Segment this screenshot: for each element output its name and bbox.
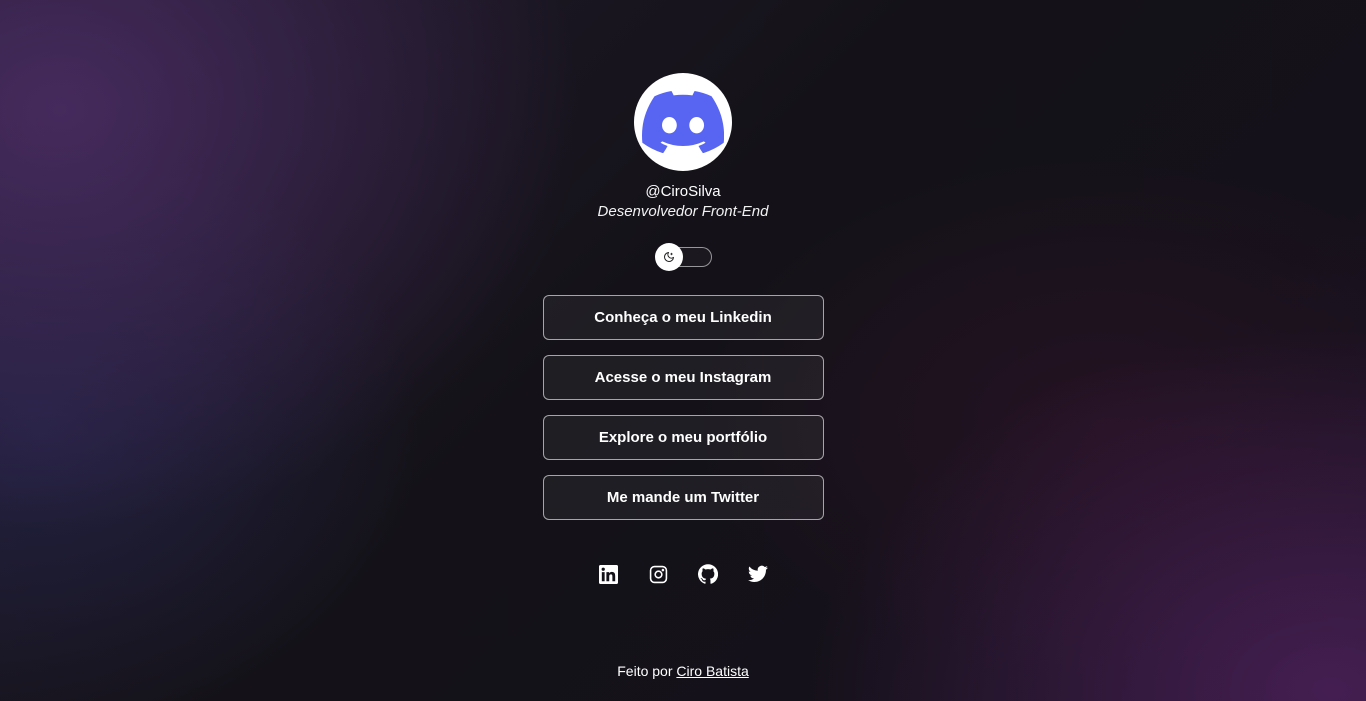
twitter-link-button[interactable]: Me mande um Twitter [542,475,824,520]
profile-subtitle: Desenvolvedor Front-End [597,203,769,220]
social-instagram-link[interactable] [648,564,668,584]
portfolio-link-button[interactable]: Explore o meu portfólio [542,415,824,460]
social-links [543,564,824,584]
list-item: Conheça o meu Linkedin [542,295,824,340]
footer: Feito por Ciro Batista [0,663,1366,679]
social-linkedin-link[interactable] [598,564,618,584]
profile: @CiroSilva Desenvolvedor Front-End [543,73,824,221]
social-github-link[interactable] [698,564,718,584]
github-icon [698,564,718,584]
switch-knob[interactable] [654,243,683,271]
instagram-icon [649,565,667,583]
discord-logo-icon [642,91,724,153]
moon-icon [663,252,674,262]
avatar [634,73,732,171]
instagram-link-button[interactable]: Acesse o meu Instagram [542,355,824,400]
theme-switch[interactable] [654,243,712,271]
footer-author-link[interactable]: Ciro Batista [676,663,748,679]
list-item: Acesse o meu Instagram [542,355,824,400]
twitter-icon [748,565,768,582]
footer-prefix: Feito por [617,663,673,679]
social-twitter-link[interactable] [748,564,768,584]
list-item: Me mande um Twitter [542,475,824,520]
links-list: Conheça o meu Linkedin Acesse o meu Inst… [542,295,824,520]
list-item: Explore o meu portfólio [542,415,824,460]
linkedin-link-button[interactable]: Conheça o meu Linkedin [542,295,824,340]
main-container: @CiroSilva Desenvolvedor Front-End Conhe… [542,0,824,584]
profile-handle: @CiroSilva [645,183,721,200]
linkedin-icon [598,564,618,584]
